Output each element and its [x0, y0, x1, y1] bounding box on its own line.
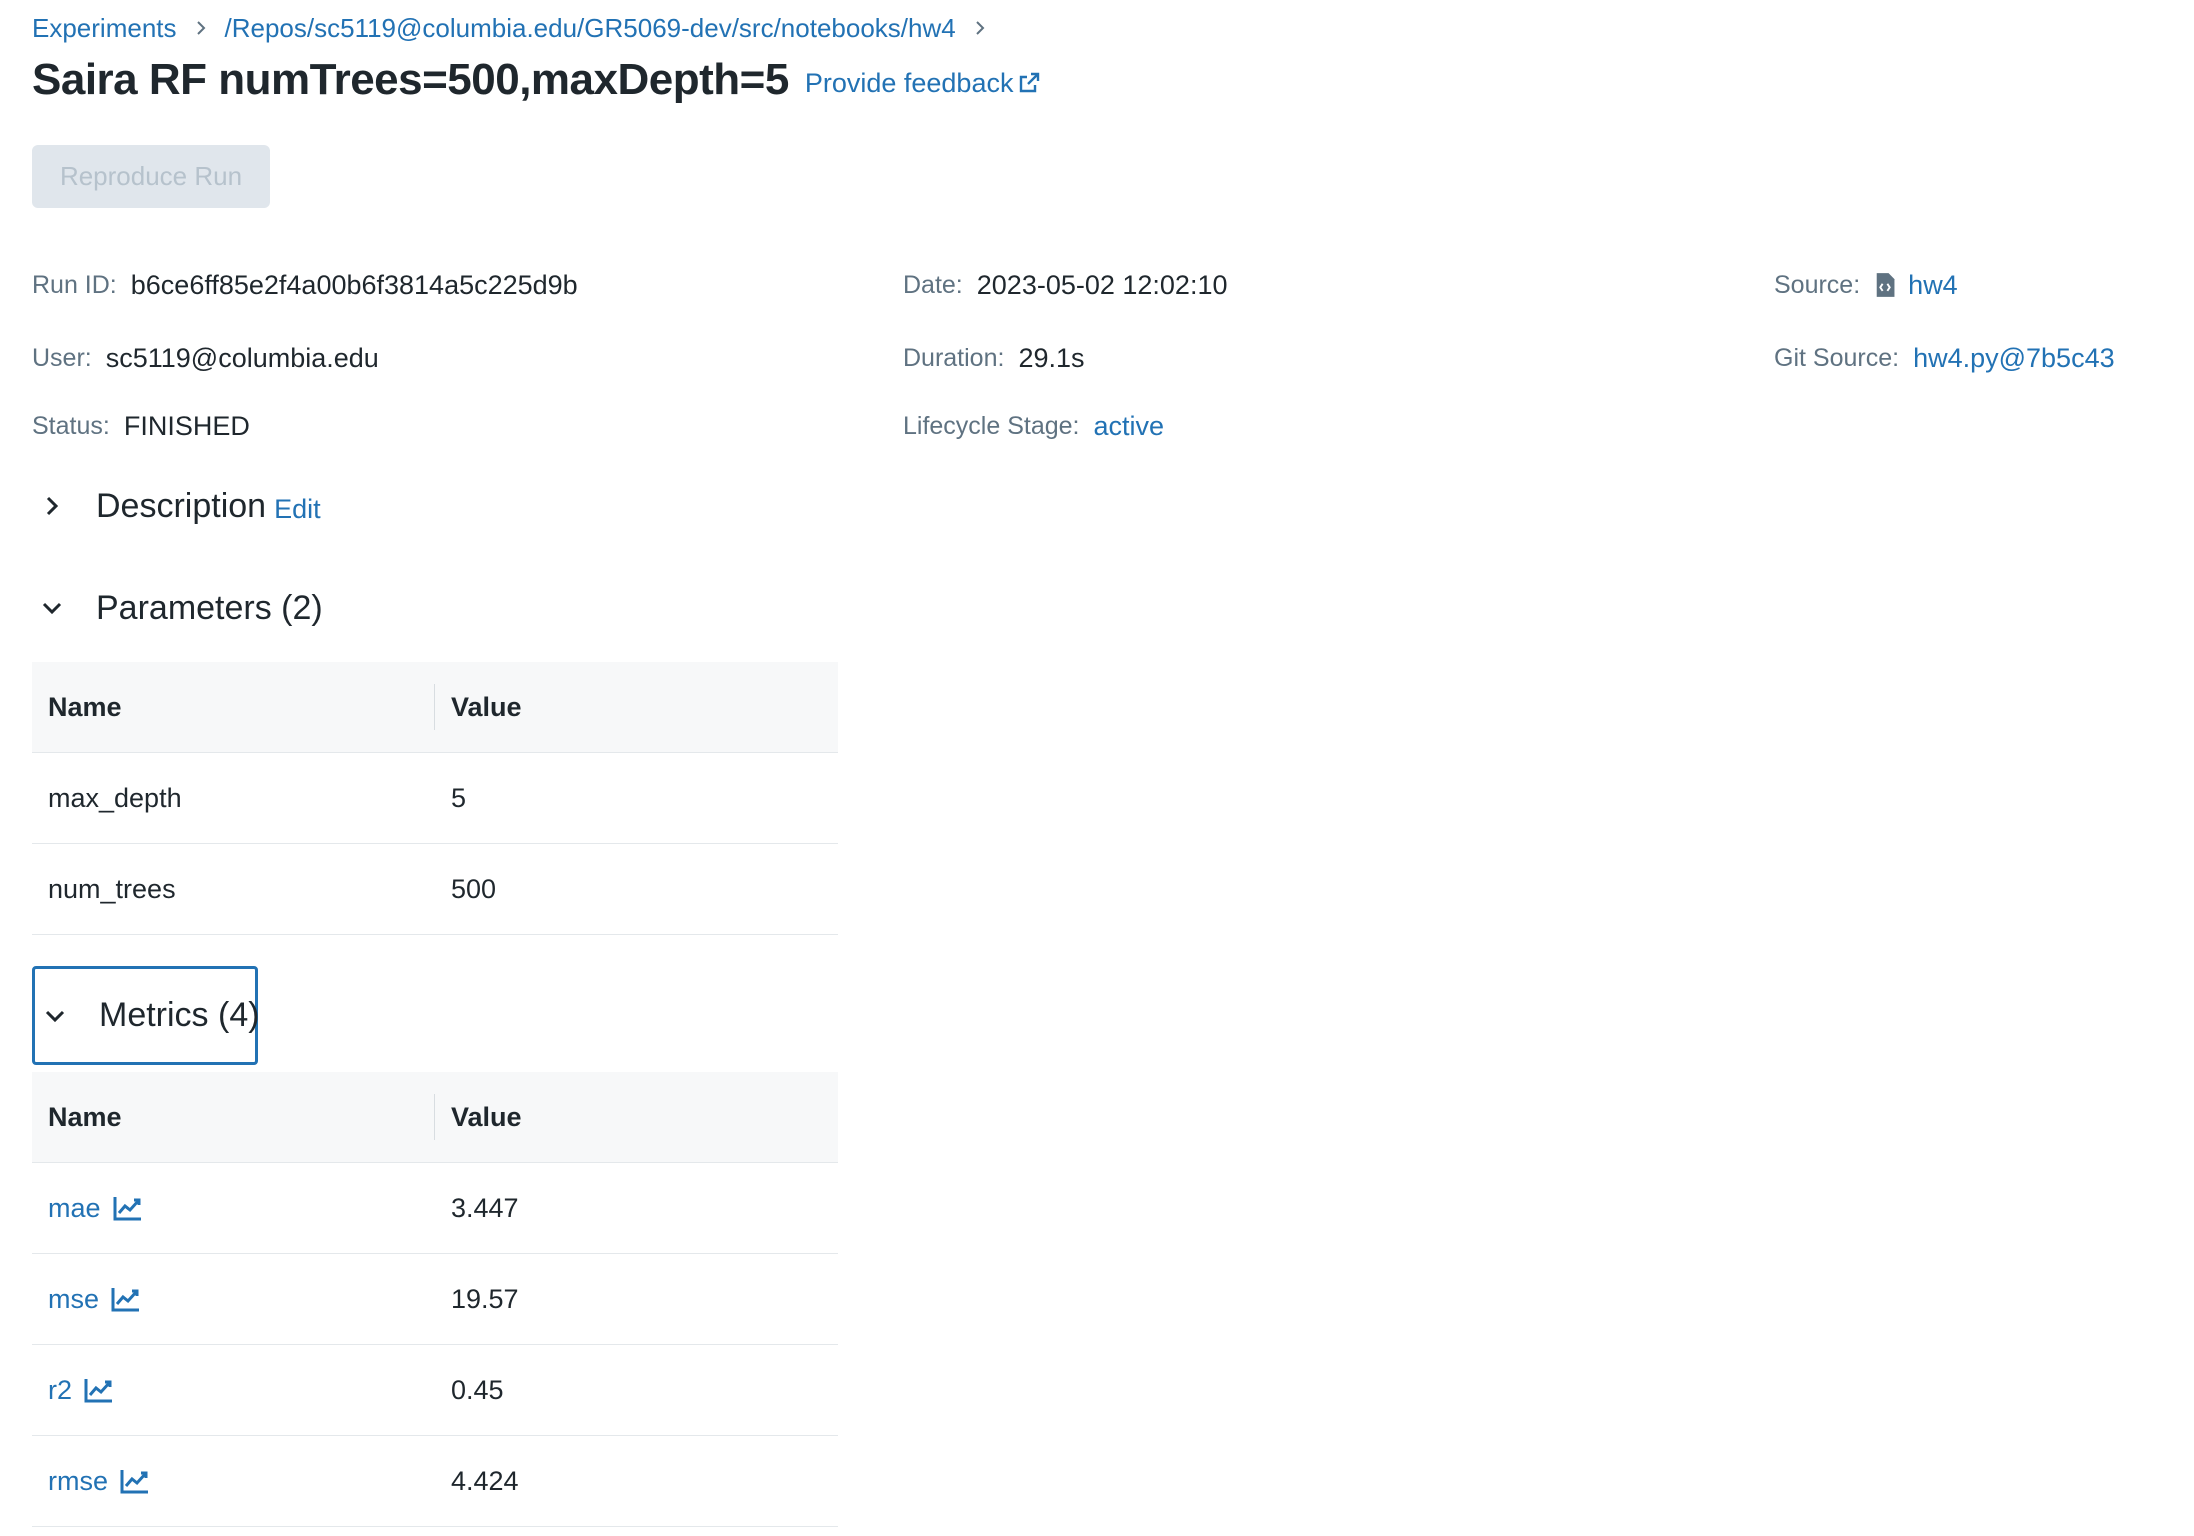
- status-label: Status:: [32, 411, 110, 440]
- status-value: FINISHED: [123, 410, 250, 441]
- source-label: Source:: [1774, 270, 1861, 299]
- user-field: User: sc5119@columbia.edu: [32, 338, 379, 378]
- table-header: Name Value: [32, 1072, 838, 1163]
- page-title: Saira RF numTrees=500,maxDepth=5: [32, 55, 789, 104]
- run-id-field: Run ID: b6ce6ff85e2f4a00b6f3814a5c225d9b: [32, 265, 578, 305]
- duration-value: 29.1s: [1018, 342, 1085, 373]
- metrics-table: Name Value mae 3.447 mse 19.57 r2 0.45 r…: [32, 1072, 838, 1527]
- metric-link-mae[interactable]: mae: [48, 1193, 101, 1224]
- parameters-title: Parameters (2): [96, 588, 323, 627]
- table-row: max_depth 5: [32, 753, 838, 844]
- metric-link-rmse[interactable]: rmse: [48, 1466, 108, 1497]
- metric-name-cell: mae: [32, 1163, 435, 1253]
- lifecycle-label: Lifecycle Stage:: [903, 411, 1080, 440]
- metrics-section-header[interactable]: Metrics (4): [32, 966, 260, 1065]
- provide-feedback-link[interactable]: Provide feedback: [805, 68, 1042, 99]
- chevron-down-icon: [40, 596, 64, 620]
- duration-label: Duration:: [903, 343, 1005, 372]
- param-name: num_trees: [48, 873, 176, 904]
- source-link[interactable]: hw4: [1908, 270, 1958, 301]
- provide-feedback-label: Provide feedback: [804, 67, 1014, 98]
- metric-name-cell: r2: [32, 1345, 435, 1435]
- param-value: 500: [451, 873, 497, 904]
- metric-link-r2[interactable]: r2: [48, 1375, 72, 1406]
- chart-line-icon[interactable]: [84, 1377, 114, 1403]
- column-header-name[interactable]: Name: [32, 662, 435, 752]
- parameters-section-header[interactable]: Parameters (2): [32, 580, 323, 636]
- chart-line-icon[interactable]: [120, 1468, 150, 1494]
- duration-field: Duration: 29.1s: [903, 338, 1085, 378]
- param-value: 5: [451, 782, 467, 813]
- git-source-label: Git Source:: [1774, 343, 1900, 372]
- metric-value: 19.57: [451, 1283, 519, 1314]
- table-row: rmse 4.424: [32, 1436, 838, 1527]
- reproduce-run-button[interactable]: Reproduce Run: [32, 145, 270, 208]
- table-row: mse 19.57: [32, 1254, 838, 1345]
- column-header-value[interactable]: Value: [435, 662, 522, 752]
- metric-link-mse[interactable]: mse: [48, 1284, 99, 1315]
- column-header-value[interactable]: Value: [435, 1072, 522, 1162]
- source-field: Source: hw4: [1774, 265, 1958, 305]
- description-title: Description: [96, 486, 267, 525]
- chevron-right-icon: [956, 20, 1004, 36]
- description-edit-link[interactable]: Edit: [274, 494, 321, 525]
- metric-name-cell: mse: [32, 1254, 435, 1344]
- date-label: Date:: [903, 270, 963, 299]
- table-row: mae 3.447: [32, 1163, 838, 1254]
- run-id-label: Run ID:: [32, 270, 117, 299]
- breadcrumb-notebook-path[interactable]: /Repos/sc5119@columbia.edu/GR5069-dev/sr…: [225, 13, 956, 44]
- param-name: max_depth: [48, 782, 182, 813]
- git-source-link[interactable]: hw4.py@7b5c43: [1913, 343, 2115, 374]
- user-label: User:: [32, 343, 92, 372]
- git-source-field: Git Source: hw4.py@7b5c43: [1774, 338, 2115, 378]
- breadcrumb-experiments[interactable]: Experiments: [32, 13, 177, 44]
- metrics-title: Metrics (4): [99, 996, 260, 1034]
- date-field: Date: 2023-05-02 12:02:10: [903, 265, 1227, 305]
- breadcrumb: Experiments /Repos/sc5119@columbia.edu/G…: [32, 10, 1004, 46]
- column-header-name[interactable]: Name: [32, 1072, 435, 1162]
- date-value: 2023-05-02 12:02:10: [976, 269, 1228, 300]
- page-header: Saira RF numTrees=500,maxDepth=5 Provide…: [32, 52, 1041, 108]
- table-header: Name Value: [32, 662, 838, 753]
- chevron-down-icon: [43, 1004, 67, 1028]
- chart-line-icon[interactable]: [111, 1286, 141, 1312]
- run-id-value: b6ce6ff85e2f4a00b6f3814a5c225d9b: [130, 269, 578, 300]
- lifecycle-field: Lifecycle Stage: active: [903, 406, 1164, 446]
- notebook-file-icon: [1876, 273, 1895, 297]
- user-value: sc5119@columbia.edu: [105, 342, 379, 373]
- chart-line-icon[interactable]: [113, 1195, 143, 1221]
- metric-value: 4.424: [451, 1465, 519, 1496]
- metric-value: 3.447: [451, 1192, 519, 1223]
- description-section-header[interactable]: Description Edit: [32, 478, 321, 534]
- external-link-icon: [1020, 72, 1040, 93]
- lifecycle-value-link[interactable]: active: [1094, 411, 1165, 442]
- metric-value: 0.45: [451, 1374, 504, 1405]
- table-row: num_trees 500: [32, 844, 838, 935]
- table-row: r2 0.45: [32, 1345, 838, 1436]
- chevron-right-icon: [177, 20, 225, 36]
- parameters-table: Name Value max_depth 5 num_trees 500: [32, 662, 838, 935]
- status-field: Status: FINISHED: [32, 406, 250, 446]
- metric-name-cell: rmse: [32, 1436, 435, 1526]
- chevron-right-icon: [40, 494, 64, 518]
